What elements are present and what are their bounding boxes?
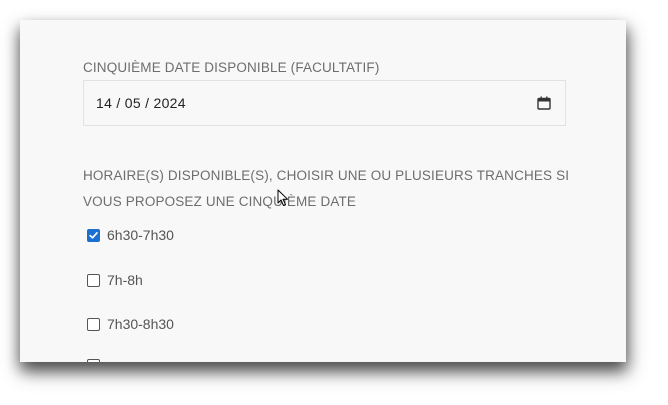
- form-card: CINQUIÈME DATE DISPONIBLE (FACULTATIF) 1…: [20, 20, 626, 362]
- checkmark-icon: [89, 231, 98, 239]
- date-value[interactable]: 14 / 05 / 2024: [96, 95, 535, 111]
- hours-field-label: HORAIRE(S) DISPONIBLE(S), CHOISIR UNE OU…: [83, 168, 570, 209]
- date-input[interactable]: 14 / 05 / 2024: [83, 80, 566, 126]
- calendar-icon[interactable]: [535, 94, 553, 112]
- option-7h-8h[interactable]: 7h-8h: [87, 272, 143, 288]
- option-label: 7h-8h: [107, 272, 143, 288]
- option-label: 7h30-8h30: [107, 316, 174, 332]
- date-field-label: CINQUIÈME DATE DISPONIBLE (FACULTATIF): [83, 60, 380, 75]
- screenshot-stage: CINQUIÈME DATE DISPONIBLE (FACULTATIF) 1…: [0, 0, 668, 405]
- checkbox[interactable]: [87, 273, 100, 287]
- checkbox-checked[interactable]: [87, 228, 100, 242]
- mouse-cursor-icon: [277, 189, 288, 206]
- option-7h30-8h30[interactable]: 7h30-8h30: [87, 316, 174, 332]
- checkbox[interactable]: [87, 359, 100, 362]
- option-6h30-7h30[interactable]: 6h30-7h30: [87, 227, 174, 243]
- option-label: 6h30-7h30: [107, 227, 174, 243]
- checkbox[interactable]: [87, 317, 100, 331]
- option-partially-visible[interactable]: [87, 359, 107, 362]
